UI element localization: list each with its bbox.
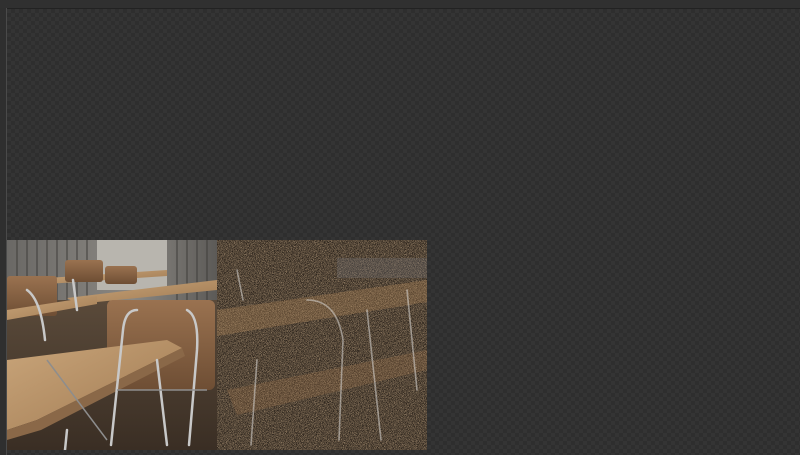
render-preview-image[interactable] bbox=[7, 240, 427, 450]
noisy-region bbox=[217, 240, 427, 450]
denoised-region bbox=[7, 240, 217, 450]
render-preview-svg bbox=[7, 240, 427, 450]
image-viewport[interactable] bbox=[7, 9, 800, 455]
left-panel-edge[interactable] bbox=[0, 8, 7, 455]
render-viewer-window bbox=[0, 0, 800, 455]
top-toolbar-strip bbox=[0, 0, 800, 9]
